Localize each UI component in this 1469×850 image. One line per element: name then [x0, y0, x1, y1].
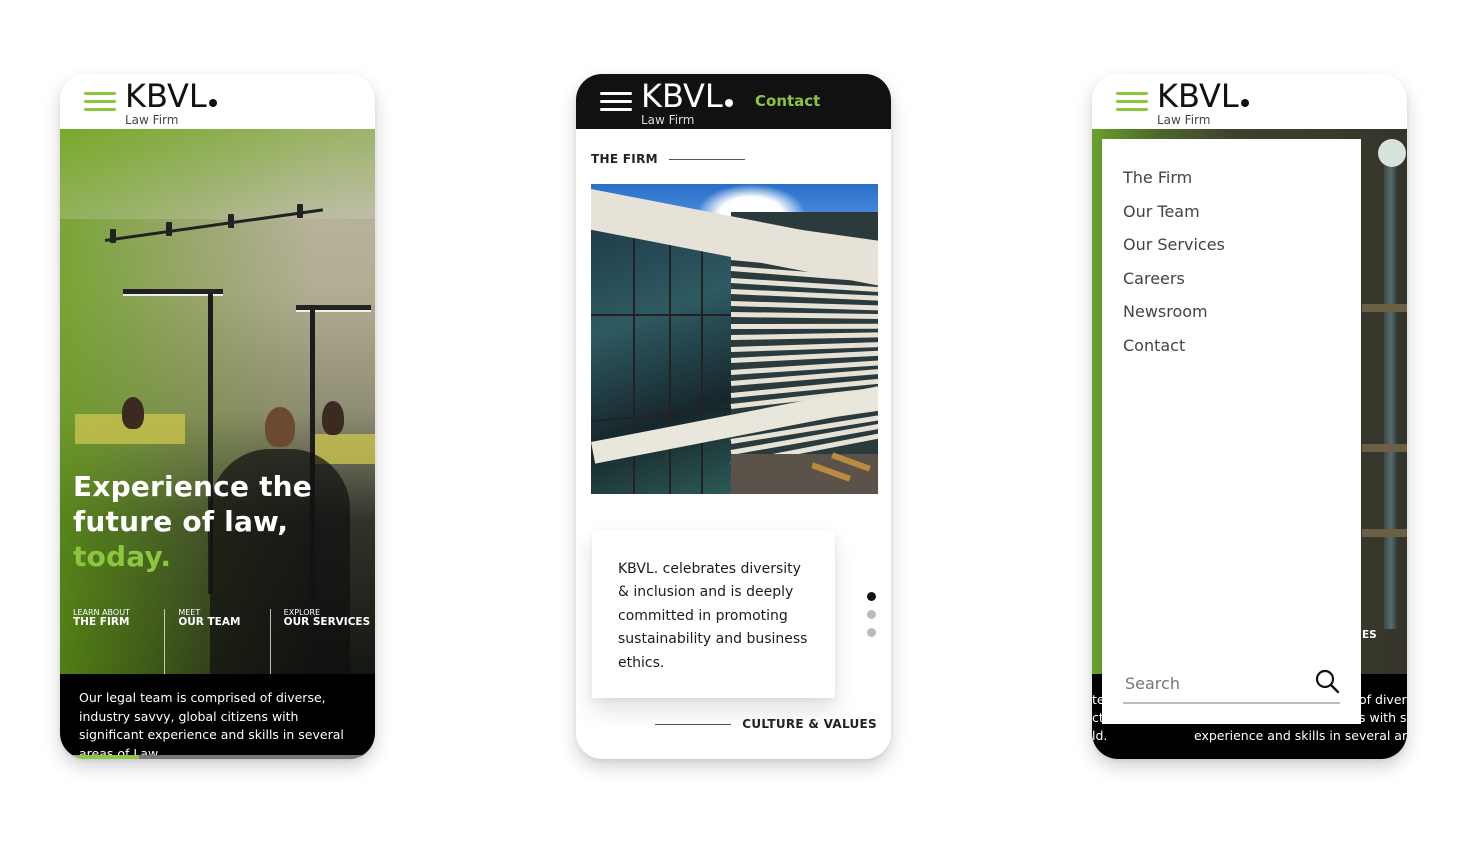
background-text: s with sig — [1359, 710, 1407, 725]
background-partial-label: ES — [1362, 629, 1377, 641]
logo-wordmark: KBVL — [641, 77, 723, 115]
site-header: KBVL Law Firm — [60, 74, 375, 129]
nav-item-our-team[interactable]: Our Team — [1123, 195, 1225, 229]
quote-card: KBVL. celebrates diversity & inclusion a… — [592, 530, 835, 698]
quick-link-title: Our Services — [283, 616, 371, 628]
quick-link-title: Our Team — [178, 616, 241, 628]
hamburger-menu-icon[interactable] — [1116, 92, 1148, 112]
louver-slat — [730, 341, 878, 352]
spotlight — [166, 222, 172, 236]
phone-firm-screen: KBVL Law Firm Contact THE FIRM KBVL. cel… — [576, 74, 891, 759]
intro-text: Our legal team is comprised of diverse, … — [79, 690, 344, 759]
search-box — [1123, 664, 1340, 704]
logo-dot — [1240, 99, 1249, 107]
person — [265, 407, 295, 447]
louver-slat — [730, 332, 878, 340]
logo-wordmark: KBVL — [1157, 77, 1239, 115]
header-contact-link[interactable]: Contact — [755, 92, 820, 110]
search-icon[interactable] — [1314, 668, 1340, 694]
carousel-dots — [867, 592, 876, 637]
quick-link-our-services[interactable]: Explore Our Services — [269, 609, 375, 674]
nav-item-careers[interactable]: Careers — [1123, 262, 1225, 296]
section-divider — [655, 723, 732, 725]
section-label-text: THE FIRM — [591, 152, 658, 166]
headline-line: future of law, — [73, 505, 289, 538]
section-label: THE FIRM — [591, 152, 745, 166]
quick-link-the-firm[interactable]: Learn About The Firm — [60, 609, 164, 674]
nav-item-contact[interactable]: Contact — [1123, 329, 1225, 363]
spotlight — [110, 229, 116, 243]
headline-accent: today. — [73, 540, 172, 573]
quick-link-our-team[interactable]: Meet Our Team — [164, 609, 269, 674]
floor-lamp — [296, 305, 371, 312]
spotlight — [228, 214, 234, 228]
background-text: of divers — [1359, 692, 1407, 707]
site-header: KBVL Law Firm — [1092, 74, 1407, 129]
carousel-dot[interactable] — [867, 610, 876, 619]
shelf — [1362, 444, 1407, 452]
mullion — [701, 234, 703, 494]
logo-wordmark: KBVL — [125, 77, 207, 115]
louver-slat — [730, 312, 878, 320]
phone-home-screen: Experience the future of law, today. Lea… — [60, 74, 375, 759]
logo[interactable]: KBVL Law Firm — [641, 76, 733, 126]
carousel-dot[interactable] — [867, 592, 876, 601]
building-photo — [591, 184, 878, 494]
search-input[interactable] — [1123, 670, 1303, 696]
nav-item-our-services[interactable]: Our Services — [1123, 228, 1225, 262]
shelf — [1362, 304, 1407, 312]
shelf — [1362, 529, 1407, 537]
hamburger-menu-icon[interactable] — [84, 92, 116, 112]
nav-menu: The Firm Our Team Our Services Careers N… — [1123, 161, 1225, 362]
mullion — [669, 229, 671, 494]
phone-menu-screen: ES te ct ld. of divers s with sig experi… — [1092, 74, 1407, 759]
headline-line: Experience the — [73, 470, 312, 503]
person — [322, 401, 344, 435]
slide-progress-fill — [60, 755, 139, 759]
quote-text: KBVL. celebrates diversity & inclusion a… — [618, 561, 808, 671]
next-section-link[interactable]: CULTURE & VALUES — [655, 717, 877, 731]
mullion — [591, 314, 731, 316]
quick-links: Learn About The Firm Meet Our Team Explo… — [60, 609, 375, 674]
hamburger-menu-icon[interactable] — [600, 92, 632, 112]
slide-progress-bar — [60, 755, 375, 759]
nav-item-newsroom[interactable]: Newsroom — [1123, 295, 1225, 329]
nav-drawer: The Firm Our Team Our Services Careers N… — [1102, 139, 1361, 724]
lamp-pole — [1384, 149, 1398, 629]
site-header: KBVL Law Firm Contact — [576, 74, 891, 129]
background-text: experience and skills in several areas — [1194, 728, 1407, 743]
section-divider — [668, 158, 745, 160]
logo-dot — [724, 99, 733, 107]
louver-slat — [730, 323, 878, 329]
hero-headline: Experience the future of law, today. — [73, 469, 312, 574]
logo-dot — [208, 99, 217, 107]
intro-band: Our legal team is comprised of diverse, … — [60, 674, 375, 759]
carousel-dot[interactable] — [867, 628, 876, 637]
hero-image: Experience the future of law, today. Lea… — [60, 129, 375, 674]
person — [122, 397, 144, 429]
nav-item-the-firm[interactable]: The Firm — [1123, 161, 1225, 195]
lamp-head — [1378, 139, 1406, 167]
louver-slat — [730, 289, 878, 302]
logo[interactable]: KBVL Law Firm — [125, 76, 217, 126]
logo[interactable]: KBVL Law Firm — [1157, 76, 1249, 126]
spotlight — [297, 204, 303, 218]
quick-link-title: The Firm — [73, 616, 130, 628]
louver-slat — [730, 300, 878, 311]
next-section-label: CULTURE & VALUES — [742, 717, 877, 731]
background-text: ld. — [1092, 728, 1108, 743]
ceiling — [60, 129, 375, 219]
